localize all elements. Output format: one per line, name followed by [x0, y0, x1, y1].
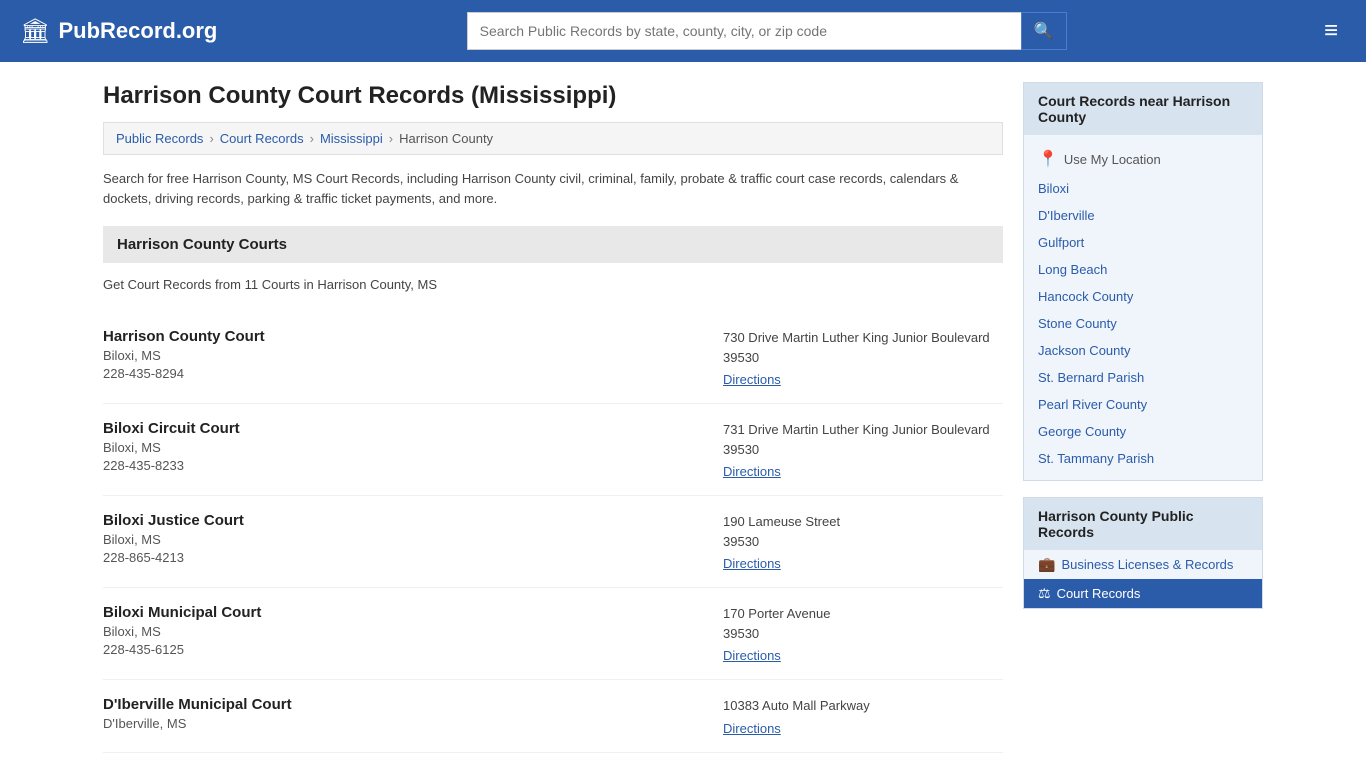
court-address-2: 190 Lameuse Street39530 Directions [723, 512, 1003, 571]
logo-icon: 🏛 [20, 17, 50, 46]
nearby-item-5[interactable]: Stone County [1024, 310, 1262, 337]
directions-link-3[interactable]: Directions [723, 648, 781, 663]
nearby-header: Court Records near Harrison County [1024, 83, 1262, 135]
breadcrumb-court-records[interactable]: Court Records [220, 131, 304, 146]
nearby-item-6[interactable]: Jackson County [1024, 337, 1262, 364]
directions-link-1[interactable]: Directions [723, 464, 781, 479]
court-address-text-4: 10383 Auto Mall Parkway [723, 696, 1003, 716]
nearby-box: Court Records near Harrison County 📍 Use… [1023, 82, 1263, 481]
content-area: Harrison County Court Records (Mississip… [103, 82, 1003, 753]
sub-description: Get Court Records from 11 Courts in Harr… [103, 273, 1003, 296]
breadcrumb-public-records[interactable]: Public Records [116, 131, 203, 146]
public-records-items: 💼 Business Licenses & Records ⚖ Court Recor… [1024, 550, 1262, 608]
table-row: Biloxi Justice Court Biloxi, MS 228-865-… [103, 496, 1003, 588]
court-address-text-0: 730 Drive Martin Luther King Junior Boul… [723, 328, 1003, 367]
court-address-3: 170 Porter Avenue39530 Directions [723, 604, 1003, 663]
table-row: Biloxi Circuit Court Biloxi, MS 228-435-… [103, 404, 1003, 496]
court-city-3: Biloxi, MS [103, 624, 703, 639]
court-name-4: D'Iberville Municipal Court [103, 696, 703, 713]
public-records-item-0[interactable]: 💼 Business Licenses & Records [1024, 550, 1262, 579]
use-my-location[interactable]: 📍 Use My Location [1024, 143, 1262, 175]
location-icon: 📍 [1038, 149, 1058, 169]
court-phone-3: 228-435-6125 [103, 642, 703, 657]
court-address-4: 10383 Auto Mall Parkway Directions [723, 696, 1003, 736]
breadcrumb-mississippi[interactable]: Mississippi [320, 131, 383, 146]
nearby-item-4[interactable]: Hancock County [1024, 283, 1262, 310]
public-records-header: Harrison County Public Records [1024, 498, 1262, 550]
page-description: Search for free Harrison County, MS Cour… [103, 169, 1003, 208]
nearby-item-10[interactable]: St. Tammany Parish [1024, 445, 1262, 472]
court-phone-2: 228-865-4213 [103, 550, 703, 565]
header: 🏛 PubRecord.org 🔍 ≡ [0, 0, 1366, 62]
pub-record-icon-1: ⚖ [1038, 585, 1051, 602]
court-address-text-3: 170 Porter Avenue39530 [723, 604, 1003, 643]
breadcrumb: Public Records › Court Records › Mississ… [103, 122, 1003, 155]
directions-link-2[interactable]: Directions [723, 556, 781, 571]
search-icon: 🔍 [1034, 23, 1054, 40]
table-row: Harrison County Court Biloxi, MS 228-435… [103, 312, 1003, 404]
court-name-0: Harrison County Court [103, 328, 703, 345]
breadcrumb-sep-1: › [209, 131, 213, 146]
court-info-4: D'Iberville Municipal Court D'Iberville,… [103, 696, 703, 736]
search-input[interactable] [467, 12, 1021, 50]
table-row: Biloxi Municipal Court Biloxi, MS 228-43… [103, 588, 1003, 680]
use-my-location-label: Use My Location [1064, 152, 1161, 167]
search-container: 🔍 [467, 12, 1067, 50]
nearby-item-2[interactable]: Gulfport [1024, 229, 1262, 256]
site-logo[interactable]: 🏛 PubRecord.org [20, 17, 217, 46]
pub-record-label-0: Business Licenses & Records [1061, 557, 1233, 572]
court-city-0: Biloxi, MS [103, 348, 703, 363]
court-info-3: Biloxi Municipal Court Biloxi, MS 228-43… [103, 604, 703, 663]
nearby-body: 📍 Use My Location BiloxiD'IbervilleGulfp… [1024, 135, 1262, 480]
nearby-item-7[interactable]: St. Bernard Parish [1024, 364, 1262, 391]
court-phone-0: 228-435-8294 [103, 366, 703, 381]
breadcrumb-sep-3: › [389, 131, 393, 146]
section-header: Harrison County Courts [103, 226, 1003, 263]
court-address-text-1: 731 Drive Martin Luther King Junior Boul… [723, 420, 1003, 459]
public-records-item-1[interactable]: ⚖ Court Records [1024, 579, 1262, 608]
court-info-1: Biloxi Circuit Court Biloxi, MS 228-435-… [103, 420, 703, 479]
breadcrumb-current: Harrison County [399, 131, 493, 146]
nearby-item-8[interactable]: Pearl River County [1024, 391, 1262, 418]
court-city-2: Biloxi, MS [103, 532, 703, 547]
directions-link-4[interactable]: Directions [723, 721, 781, 736]
sidebar: Court Records near Harrison County 📍 Use… [1023, 82, 1263, 753]
nearby-item-3[interactable]: Long Beach [1024, 256, 1262, 283]
court-address-0: 730 Drive Martin Luther King Junior Boul… [723, 328, 1003, 387]
nearby-items: BiloxiD'IbervilleGulfportLong BeachHanco… [1024, 175, 1262, 472]
menu-button[interactable]: ≡ [1316, 17, 1346, 45]
nearby-item-1[interactable]: D'Iberville [1024, 202, 1262, 229]
court-address-1: 731 Drive Martin Luther King Junior Boul… [723, 420, 1003, 479]
search-button[interactable]: 🔍 [1021, 12, 1067, 50]
public-records-box: Harrison County Public Records 💼 Business… [1023, 497, 1263, 609]
court-list: Harrison County Court Biloxi, MS 228-435… [103, 312, 1003, 753]
court-info-2: Biloxi Justice Court Biloxi, MS 228-865-… [103, 512, 703, 571]
pub-record-icon-0: 💼 [1038, 556, 1055, 573]
logo-text: PubRecord.org [58, 18, 217, 44]
nearby-item-0[interactable]: Biloxi [1024, 175, 1262, 202]
court-name-3: Biloxi Municipal Court [103, 604, 703, 621]
court-name-1: Biloxi Circuit Court [103, 420, 703, 437]
court-info-0: Harrison County Court Biloxi, MS 228-435… [103, 328, 703, 387]
page-title: Harrison County Court Records (Mississip… [103, 82, 1003, 110]
court-city-1: Biloxi, MS [103, 440, 703, 455]
court-address-text-2: 190 Lameuse Street39530 [723, 512, 1003, 551]
menu-icon: ≡ [1324, 17, 1338, 44]
breadcrumb-sep-2: › [310, 131, 314, 146]
table-row: D'Iberville Municipal Court D'Iberville,… [103, 680, 1003, 753]
court-city-4: D'Iberville, MS [103, 716, 703, 731]
pub-record-label-1: Court Records [1057, 586, 1141, 601]
main-container: Harrison County Court Records (Mississip… [83, 62, 1283, 773]
nearby-item-9[interactable]: George County [1024, 418, 1262, 445]
court-phone-1: 228-435-8233 [103, 458, 703, 473]
directions-link-0[interactable]: Directions [723, 372, 781, 387]
court-name-2: Biloxi Justice Court [103, 512, 703, 529]
